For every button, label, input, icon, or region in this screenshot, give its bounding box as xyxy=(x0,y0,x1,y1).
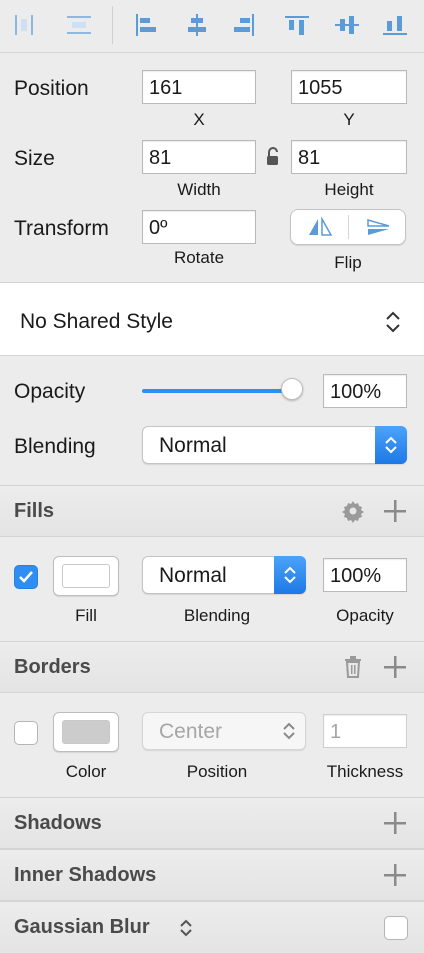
inner-shadows-title: Inner Shadows xyxy=(14,864,157,886)
chevron-updown-icon xyxy=(384,309,402,335)
shadows-header: Shadows xyxy=(0,797,424,849)
align-right-icon[interactable] xyxy=(228,10,262,40)
rotate-field[interactable]: 0º xyxy=(142,210,256,244)
border-position-label: Position xyxy=(186,762,248,781)
opacity-slider-knob[interactable] xyxy=(281,378,303,400)
align-vertical-center-icon[interactable] xyxy=(330,10,364,40)
lock-icon[interactable] xyxy=(263,146,283,168)
fill-blending-label: Blending xyxy=(183,606,251,625)
blending-select-value: Normal xyxy=(159,434,227,457)
fill-blending-select[interactable]: Normal xyxy=(142,556,306,594)
align-horizontal-center-icon[interactable] xyxy=(180,10,214,40)
border-color-label: Color xyxy=(65,762,107,781)
height-field[interactable]: 81 xyxy=(291,140,407,174)
blending-select[interactable]: Normal xyxy=(142,426,407,464)
blending-label: Blending xyxy=(14,435,96,458)
rotate-label: Rotate xyxy=(173,248,225,267)
width-label: Width xyxy=(177,180,221,199)
fill-opacity-label: Opacity xyxy=(336,606,394,625)
border-position-select[interactable]: Center xyxy=(142,712,306,750)
distribute-vertical-icon[interactable] xyxy=(62,10,96,40)
select-stepper-icon xyxy=(375,426,407,464)
chevron-updown-icon xyxy=(281,719,297,743)
gaussian-blur-header: Gaussian Blur xyxy=(0,901,424,953)
fill-color-swatch[interactable] xyxy=(53,556,119,596)
fill-label: Fill xyxy=(75,606,97,625)
add-inner-shadow-icon[interactable] xyxy=(381,861,409,889)
shadows-title: Shadows xyxy=(14,812,102,834)
shared-style-selector[interactable]: No Shared Style xyxy=(0,282,424,356)
flip-label: Flip xyxy=(334,253,362,272)
fills-title: Fills xyxy=(14,500,55,522)
position-y-field[interactable]: 1055 xyxy=(291,70,407,104)
align-bottom-icon[interactable] xyxy=(378,10,412,40)
border-color-preview xyxy=(62,720,110,744)
transform-label: Transform xyxy=(14,217,109,240)
position-x-label: X xyxy=(193,110,205,129)
border-position-value: Center xyxy=(159,720,223,743)
gaussian-blur-checkbox[interactable] xyxy=(384,916,408,940)
border-enabled-checkbox[interactable] xyxy=(14,721,38,745)
fills-header: Fills xyxy=(0,485,424,537)
trash-icon[interactable] xyxy=(339,653,367,681)
flip-horizontal-icon[interactable] xyxy=(291,210,348,244)
select-stepper-icon xyxy=(274,556,306,594)
borders-header: Borders xyxy=(0,641,424,693)
position-x-field[interactable]: 161 xyxy=(142,70,256,104)
opacity-label: Opacity xyxy=(14,380,86,403)
add-fill-icon[interactable] xyxy=(381,497,409,525)
height-label: Height xyxy=(324,180,374,199)
border-thickness-field[interactable]: 1 xyxy=(323,714,407,748)
borders-title: Borders xyxy=(14,656,91,678)
position-label: Position xyxy=(14,77,89,100)
width-field[interactable]: 81 xyxy=(142,140,256,174)
fill-enabled-checkbox[interactable] xyxy=(14,565,38,589)
border-color-swatch[interactable] xyxy=(53,712,119,752)
opacity-field[interactable]: 100% xyxy=(323,374,407,408)
fill-blending-value: Normal xyxy=(159,564,227,587)
align-top-icon[interactable] xyxy=(280,10,314,40)
alignment-toolbar xyxy=(0,0,424,53)
toolbar-separator xyxy=(112,6,113,44)
gear-icon[interactable] xyxy=(339,497,367,525)
flip-control xyxy=(290,209,406,245)
shared-style-value: No Shared Style xyxy=(20,310,173,333)
opacity-slider-track[interactable] xyxy=(142,389,292,393)
position-y-label: Y xyxy=(343,110,355,129)
blur-type-chevron-icon[interactable] xyxy=(176,915,196,941)
fill-opacity-field[interactable]: 100% xyxy=(323,558,407,592)
size-label: Size xyxy=(14,147,55,170)
inner-shadows-header: Inner Shadows xyxy=(0,849,424,901)
add-shadow-icon[interactable] xyxy=(381,809,409,837)
fill-color-preview xyxy=(62,564,110,588)
add-border-icon[interactable] xyxy=(381,653,409,681)
align-left-icon[interactable] xyxy=(128,10,162,40)
flip-vertical-icon[interactable] xyxy=(349,210,406,244)
border-thickness-label: Thickness xyxy=(326,762,404,781)
gaussian-blur-title: Gaussian Blur xyxy=(14,916,150,938)
distribute-horizontal-icon[interactable] xyxy=(8,10,42,40)
